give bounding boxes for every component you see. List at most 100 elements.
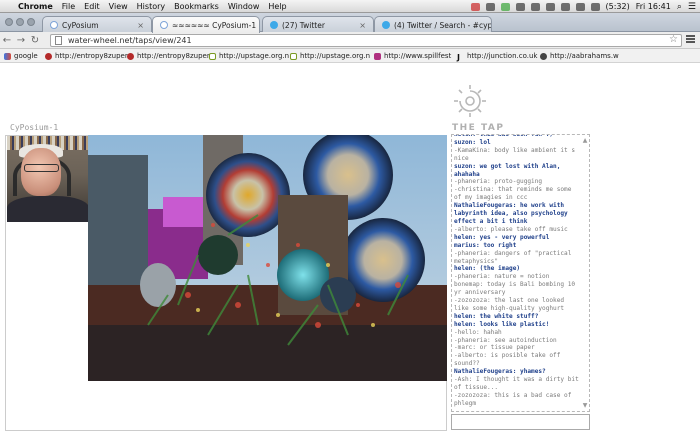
tab-cyposium[interactable]: CyPosium × [42,16,152,33]
bluetooth-icon[interactable] [530,2,540,11]
tab-twitter[interactable]: (27) Twitter × [262,16,374,33]
status-app-icon[interactable] [500,2,510,11]
menu-edit[interactable]: Edit [84,2,100,11]
chat-message: -zozozoza: the last one looked like some… [454,297,565,312]
tab-label: CyPosium [62,20,99,30]
chat-message: marius: too right [454,241,517,249]
bookmark-label: http://www.spillfest [384,52,452,60]
chat-message: -zozozoza: this is a bad case of phlegm [454,391,572,407]
back-arrow-icon[interactable]: ← [0,35,14,46]
address-bar[interactable]: ☆ [50,34,682,47]
chat-message: bonemap: today is Bali bombing 10 yr ann… [454,281,576,297]
chat-message: helen: looks like plastic! [454,320,550,328]
volume-icon[interactable] [575,2,585,11]
status-app-icon[interactable] [515,2,525,11]
tab-close-icon[interactable]: × [359,21,366,30]
scroll-up-arrow-icon[interactable]: ▲ [582,137,588,144]
menu-bookmarks[interactable]: Bookmarks [174,2,219,11]
bookmarks-bar: google http://entropy8zuper.o http://ent… [0,49,700,63]
chat-message: NathalieFougeras: he work with labyrinth… [454,202,568,225]
spillfest-icon [374,52,381,60]
bookmark-item[interactable]: http://aabrahams.w [540,52,619,60]
notifications-icon[interactable]: ☰ [688,2,696,12]
logo-text: THE TAP [452,123,505,133]
chat-message: -alberto: is posible take off sound?? [454,352,561,368]
tab-strip: CyPosium × ≈≈≈≈≈≈ CyPosium-1 ≈≈≈≈ × (27)… [0,13,700,33]
google-icon [4,52,11,60]
window-close-button[interactable] [5,18,13,26]
upstage-icon [290,52,297,60]
chat-panel: helen: this was such fun :)suzon: lol-Ka… [451,134,590,412]
time-machine-icon[interactable] [545,2,555,11]
tab-label: (27) Twitter [282,20,325,30]
spotlight-icon[interactable]: ⌕ [677,2,682,12]
bookmark-star-icon[interactable]: ☆ [669,34,678,45]
webcam-feed [7,136,89,222]
bookmark-item[interactable]: http://upstage.org.n [290,52,370,60]
url-input[interactable] [68,36,658,45]
chat-message: -hello: hahah [454,328,502,336]
bookmark-label: http://upstage.org.n [300,52,371,60]
upstage-icon [209,52,216,60]
bookmark-item[interactable]: http://www.spillfest [374,52,451,60]
bookmark-label: google [14,52,38,60]
chat-input[interactable] [451,414,590,430]
chat-message: -KamaKina: body like ambient it s nice [454,146,576,162]
virtual-world-video[interactable] [88,135,447,381]
menubar-status-area: (5:32) Fri 16:41 ⌕ ☰ [470,0,696,13]
twitter-icon [382,21,390,29]
aabrahams-icon [540,52,547,60]
menu-view[interactable]: View [109,2,128,11]
face [21,148,61,196]
scroll-down-arrow-icon[interactable]: ▼ [582,402,588,409]
chat-message: -phaneria: nature = notion [454,273,550,281]
menubar-clock[interactable]: Fri 16:41 [636,2,671,11]
menu-file[interactable]: File [62,2,75,11]
chat-message: helen: yes - very powerful [454,233,550,241]
menubar-app-name[interactable]: Chrome [18,2,53,11]
page-title: CyPosium-1 [10,123,59,132]
bookmark-label: http://upstage.org.n [219,52,290,60]
tab-label: (4) Twitter / Search - #cypos [394,20,492,30]
shirt [7,196,89,222]
wifi-icon[interactable] [560,2,570,11]
chat-message: -phaneria: proto-gugging [454,178,543,186]
battery-icon[interactable] [590,2,600,11]
tab-twitter-search[interactable]: (4) Twitter / Search - #cypos × [374,16,492,33]
bookmark-item[interactable]: google [4,52,38,60]
bookmark-item[interactable]: http://entropy8zuper. [127,52,211,60]
status-app-icon[interactable] [485,2,495,11]
tab-close-icon[interactable]: × [137,21,144,30]
battery-status[interactable]: (5:32) [606,2,630,11]
forward-arrow-icon[interactable]: → [14,35,28,46]
chat-scrollbar[interactable]: ▲ ▼ [582,137,588,409]
chat-message: -marc: or tissue paper [454,344,535,352]
bookmark-label: http://entropy8zuper. [137,52,212,60]
bookmark-label: http://junction.co.uk [467,52,538,60]
menu-icon[interactable] [686,35,695,44]
bookmark-item[interactable]: Jhttp://junction.co.uk [457,52,538,62]
bookmark-item[interactable]: http://upstage.org.n [209,52,289,60]
junction-icon: J [457,52,460,62]
window-minimize-button[interactable] [16,18,24,26]
bookmark-item[interactable]: http://entropy8zuper.o [45,52,134,60]
menu-history[interactable]: History [137,2,165,11]
chat-log[interactable]: helen: this was such fun :)suzon: lol-Ka… [454,135,582,411]
status-app-icon[interactable] [470,2,480,11]
menu-window[interactable]: Window [228,2,260,11]
chat-message: -alberto: please take off music [454,225,568,233]
chat-message: -Ash: I thought it was a dirty bit of ti… [454,376,579,391]
page-icon [55,36,62,45]
reload-icon[interactable]: ↻ [28,35,42,46]
menu-help[interactable]: Help [268,2,286,11]
tab-cyposium-1[interactable]: ≈≈≈≈≈≈ CyPosium-1 ≈≈≈≈ × [152,16,260,33]
twitter-icon [270,21,278,29]
cyposium-favicon [160,21,168,29]
mac-menubar: Chrome File Edit View History Bookmarks … [0,0,700,13]
entropy-icon [127,52,134,60]
chat-message: -phaneria: see autoinduction [454,336,557,344]
tab-label: ≈≈≈≈≈≈ CyPosium-1 ≈≈≈≈ [172,20,259,30]
bookmark-label: http://aabrahams.w [550,52,619,60]
window-zoom-button[interactable] [27,18,35,26]
chat-message: -christina: that reminds me some of my i… [454,186,572,202]
